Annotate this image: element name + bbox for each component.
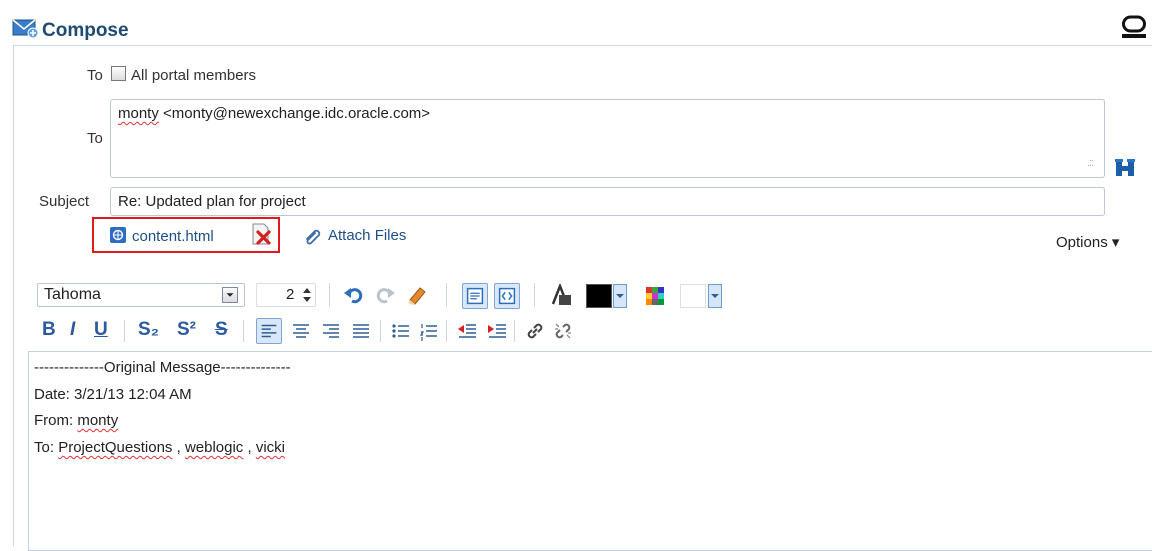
resize-grip-icon[interactable]: .:: [1087, 157, 1094, 169]
rich-text-mode-icon[interactable] [462, 283, 488, 309]
attachment-link[interactable]: content.html [132, 228, 214, 245]
to-label: To [87, 67, 103, 84]
superscript-button[interactable]: S² [177, 319, 196, 341]
outdent-icon[interactable] [456, 320, 478, 342]
toolbar-separator [243, 320, 244, 342]
oracle-logo-icon [1122, 15, 1146, 38]
toolbar-separator [446, 320, 447, 342]
color-palette-icon[interactable] [644, 285, 666, 307]
remove-link-icon[interactable] [552, 320, 574, 342]
to-prefix: To: [34, 439, 59, 456]
toolbar-separator [514, 320, 515, 342]
numbered-list-icon[interactable] [418, 320, 440, 342]
eraser-icon[interactable] [406, 284, 428, 306]
subject-value[interactable]: Re: Updated plan for project [118, 193, 306, 210]
strikethrough-button[interactable]: S [215, 319, 228, 341]
font-family-value[interactable]: Tahoma [44, 286, 101, 304]
to-recipients-label: To [87, 130, 103, 147]
font-size-spinner-icon[interactable] [301, 285, 313, 305]
source-mode-icon[interactable] [494, 283, 520, 309]
from-name: monty [77, 412, 119, 429]
options-menu[interactable]: Options ▾ [1056, 233, 1119, 251]
to-separator: , [243, 439, 256, 456]
underline-button[interactable]: U [94, 319, 108, 341]
indent-icon[interactable] [486, 320, 508, 342]
subject-label: Subject [39, 193, 90, 210]
align-left-icon[interactable] [256, 318, 282, 344]
all-portal-members-label[interactable]: All portal members [131, 67, 256, 84]
to-separator: , [172, 439, 185, 456]
address-book-icon[interactable] [1114, 158, 1136, 178]
to-recipient-address: <monty@newexchange.idc.oracle.com> [158, 105, 431, 122]
compose-mail-icon [12, 19, 38, 38]
to-recipient-name: monty [118, 105, 159, 122]
text-color-dropdown-icon[interactable] [613, 284, 627, 308]
text-color-swatch[interactable] [586, 284, 612, 308]
page-title: Compose [42, 20, 129, 41]
subscript-button[interactable]: S₂ [138, 319, 159, 341]
font-size-value[interactable]: 2 [286, 286, 294, 303]
attach-files-link[interactable]: Attach Files [328, 227, 406, 244]
paperclip-icon[interactable] [303, 227, 323, 245]
insert-link-icon[interactable] [524, 320, 546, 342]
to-recipients-value[interactable]: monty <monty@newexchange.idc.oracle.com> [118, 105, 430, 122]
undo-icon[interactable] [343, 284, 365, 306]
align-right-icon[interactable] [320, 320, 342, 342]
toolbar-separator [380, 320, 381, 342]
toolbar-separator [329, 283, 330, 307]
toolbar-separator [534, 283, 535, 307]
text-style-icon[interactable] [550, 284, 572, 306]
toolbar-separator [446, 283, 447, 307]
from-prefix: From: [34, 412, 78, 429]
redo-icon[interactable] [374, 284, 396, 306]
to-name-3: vicki [255, 439, 285, 456]
all-portal-members-checkbox[interactable] [111, 66, 126, 81]
align-justify-icon[interactable] [350, 320, 372, 342]
font-dropdown-icon[interactable] [222, 287, 238, 303]
body-line-from: From: monty [34, 412, 118, 429]
body-line-to: To: ProjectQuestions , weblogic , vicki [34, 439, 285, 456]
bold-button[interactable]: B [42, 319, 56, 341]
html-file-icon [110, 227, 126, 243]
bulleted-list-icon[interactable] [390, 320, 412, 342]
body-line-date: Date: 3/21/13 12:04 AM [34, 386, 192, 403]
body-line-separator: --------------Original Message----------… [34, 359, 291, 376]
italic-button[interactable]: I [70, 319, 75, 341]
to-name-2: weblogic [184, 439, 244, 456]
background-color-dropdown-icon[interactable] [708, 284, 722, 308]
align-center-icon[interactable] [290, 320, 312, 342]
toolbar-separator [124, 320, 125, 342]
remove-attachment-icon[interactable] [250, 223, 272, 245]
to-name-1: ProjectQuestions [58, 439, 173, 456]
background-color-swatch[interactable] [680, 284, 706, 308]
